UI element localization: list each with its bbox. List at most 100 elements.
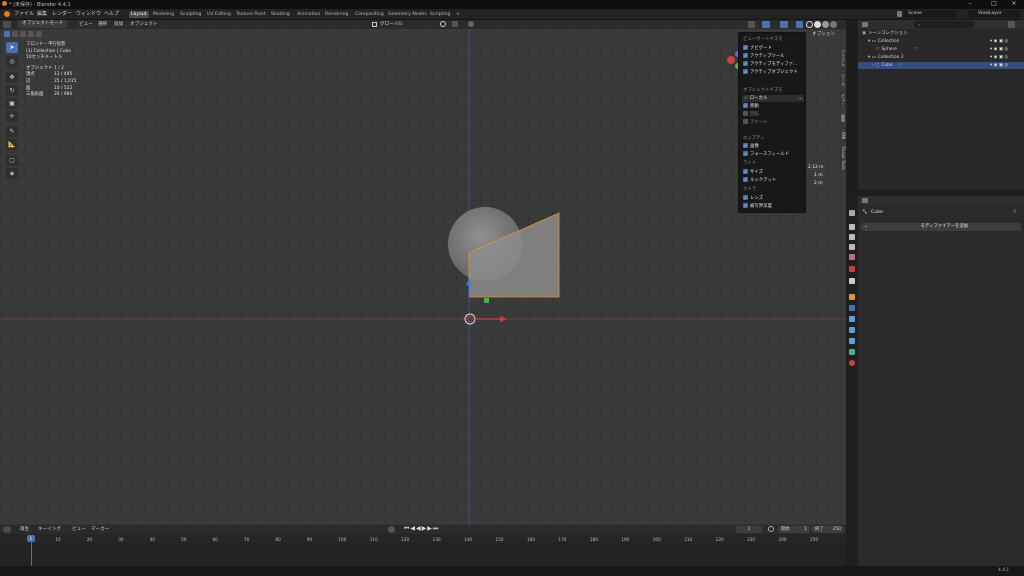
- collection-props-icon[interactable]: [849, 278, 855, 284]
- current-frame-field[interactable]: 1: [736, 526, 762, 533]
- gizmo-force-field-checkbox[interactable]: ✓ フォースフィールド: [743, 151, 789, 158]
- end-frame-field[interactable]: 終了 250: [812, 526, 844, 533]
- dimension-y-value[interactable]: 1 m: [812, 173, 825, 179]
- timeline-tick-label: 230: [747, 537, 756, 542]
- playback-controls[interactable]: ⏮◀◀▶▶⏭: [404, 525, 439, 533]
- gizmo-active-modifier-checkbox[interactable]: ✓ アクティブモディファ...: [743, 61, 797, 68]
- sidebar-tab-tissue-tools[interactable]: Tissue Tools: [836, 146, 846, 170]
- filter-icon[interactable]: [1008, 21, 1015, 28]
- gizmo-light-size-checkbox[interactable]: ✓ サイズ: [743, 169, 763, 176]
- properties-editor-icon[interactable]: [862, 198, 868, 203]
- gizmo-navigate-checkbox[interactable]: ✓ ナビゲート: [743, 45, 772, 52]
- gizmo-move-checkbox[interactable]: ✓ 移動: [743, 103, 759, 110]
- gizmo-rotate-checkbox[interactable]: 回転: [743, 111, 759, 118]
- material-props-icon[interactable]: [849, 360, 855, 366]
- tab-uv-editing[interactable]: UV Editing: [205, 11, 233, 18]
- menu-window[interactable]: ウィンドウ: [76, 10, 101, 17]
- outliner-search-input[interactable]: ⌕: [914, 21, 974, 28]
- tab-rendering[interactable]: Rendering: [323, 11, 350, 18]
- sidebar-tab-view[interactable]: ビュー: [836, 94, 846, 106]
- tab-sculpting[interactable]: Sculpting: [178, 11, 203, 18]
- data-props-icon[interactable]: [849, 349, 855, 355]
- playhead-line: [31, 542, 32, 566]
- viewport-scene: [0, 29, 846, 525]
- outliner-editor-icon[interactable]: [862, 22, 868, 27]
- start-frame-field[interactable]: 開始 1: [778, 526, 810, 533]
- sidebar-tab-tool[interactable]: ツール: [836, 74, 846, 86]
- timeline-tick-label: 30: [118, 537, 124, 542]
- scene-props-icon[interactable]: [849, 254, 855, 260]
- tab-texture-paint[interactable]: Texture Paint: [234, 11, 268, 18]
- output-props-icon[interactable]: [849, 234, 855, 240]
- object-props-icon[interactable]: [849, 294, 855, 300]
- menu-keying[interactable]: キーイング: [38, 526, 61, 532]
- menu-marker[interactable]: マーカー: [91, 526, 109, 532]
- gizmo-scale-checkbox[interactable]: スケール: [743, 119, 768, 126]
- timeline-editor-icon[interactable]: [3, 526, 11, 533]
- playhead[interactable]: 1: [27, 535, 35, 542]
- outliner-scene-collection[interactable]: ▣ シーンコレクション: [858, 30, 1024, 37]
- visibility-toggle-icon[interactable]: ▾ ◉ ▣ ◎: [990, 47, 1008, 52]
- gizmo-image-checkbox[interactable]: ✓ 画像: [743, 143, 759, 150]
- dimension-z-value[interactable]: 2 m: [812, 181, 825, 187]
- tab-geometry-nodes[interactable]: Geometry Nodes: [386, 11, 429, 18]
- clock-icon[interactable]: [768, 526, 774, 532]
- maximize-icon[interactable]: □: [984, 0, 1004, 7]
- close-icon[interactable]: ×: [1004, 0, 1024, 7]
- record-icon[interactable]: [388, 526, 395, 533]
- tab-compositing[interactable]: Compositing: [353, 11, 386, 18]
- tab-shading[interactable]: Shading: [269, 11, 292, 18]
- tab-modeling[interactable]: Modeling: [151, 11, 176, 18]
- gizmo-dof-checkbox[interactable]: ✓ 被写界深度: [743, 203, 772, 210]
- render-props-icon[interactable]: [849, 224, 855, 230]
- timeline-panel: 再生 キーイング ビュー マーカー ⏮◀◀▶▶⏭ 1 開始 1 終了 250 1 1…: [0, 525, 846, 566]
- tab-scripting[interactable]: Scripting: [428, 11, 452, 18]
- outliner-panel: ⌕ ▣ シーンコレクション ▾ ▭ Collection ▽ Sphere ▽ ▾ ▭ C…: [858, 20, 1024, 190]
- physics-props-icon[interactable]: [849, 327, 855, 333]
- constraint-props-icon[interactable]: [849, 338, 855, 344]
- timeline-tick-label: 10: [55, 537, 61, 542]
- timeline-tick-label: 50: [181, 537, 187, 542]
- gizmo-orientation-selector[interactable]: ⊹ ローカル ⌄: [742, 95, 804, 102]
- sidebar-tab-edit[interactable]: 編集: [836, 114, 846, 122]
- blender-menu-icon[interactable]: [4, 11, 10, 17]
- timeline-tick-label: 90: [306, 537, 313, 542]
- world-props-icon[interactable]: [849, 266, 855, 272]
- scene-selector[interactable]: Scene: [904, 10, 956, 18]
- sidebar-tab-ami[interactable]: AMI: [836, 132, 846, 139]
- menu-render[interactable]: レンダー: [52, 10, 72, 17]
- view-layer-props-icon[interactable]: [849, 244, 855, 250]
- menu-file[interactable]: ファイル: [14, 10, 34, 17]
- scene-icon: [897, 11, 902, 17]
- menu-timeline-view[interactable]: ビュー: [72, 526, 86, 532]
- visibility-toggle-icon[interactable]: ▾ ◉ ▣ ◎: [990, 63, 1008, 68]
- gizmo-lens-checkbox[interactable]: ✓ レンズ: [743, 195, 763, 202]
- particle-props-icon[interactable]: [849, 316, 855, 322]
- tab-animation[interactable]: Animation: [295, 11, 322, 18]
- visibility-toggle-icon[interactable]: ▾ ◉ ▣ ◎: [990, 55, 1008, 60]
- blender-logo-icon: [2, 1, 7, 6]
- add-modifier-button[interactable]: ⌄ モディファイアーを追加: [861, 223, 1021, 231]
- gizmo-active-object-checkbox[interactable]: ✓ アクティブオブジェクト: [743, 69, 798, 76]
- gizmo-look-at-checkbox[interactable]: ✓ ルックアット: [743, 177, 776, 184]
- sidebar-tab-item[interactable]: アイテム: [836, 50, 846, 66]
- menu-edit[interactable]: 編集: [37, 10, 47, 17]
- pin-icon[interactable]: ⚲: [1013, 209, 1017, 215]
- timeline-tick-label: 120: [401, 537, 410, 542]
- timeline-tick-label: 130: [432, 537, 441, 542]
- minimize-icon[interactable]: –: [960, 0, 980, 7]
- tab-layout[interactable]: Layout: [129, 11, 149, 18]
- 3d-viewport[interactable]: オブジェクトモード ビュー 選択 追加 オブジェクト グローバル オプション フ…: [0, 20, 846, 525]
- object-gizmos-heading: オブジェクトギズモ: [743, 88, 783, 93]
- gizmo-active-tool-checkbox[interactable]: ✓ アクティブツール: [743, 53, 785, 60]
- visibility-toggle-icon[interactable]: ▾ ◉ ▣ ◎: [990, 39, 1008, 44]
- wrench-icon: 🔧: [862, 210, 868, 215]
- tool-props-icon[interactable]: [849, 210, 855, 216]
- menu-playback[interactable]: 再生: [20, 526, 29, 532]
- view-layer-selector[interactable]: ViewLayer: [968, 10, 1020, 18]
- properties-tab-column: [846, 196, 858, 566]
- modifier-props-icon[interactable]: [849, 305, 855, 311]
- add-workspace-button[interactable]: +: [454, 11, 462, 18]
- dimension-x-value[interactable]: 2.12 m: [806, 165, 826, 171]
- menu-help[interactable]: ヘルプ: [104, 10, 119, 17]
